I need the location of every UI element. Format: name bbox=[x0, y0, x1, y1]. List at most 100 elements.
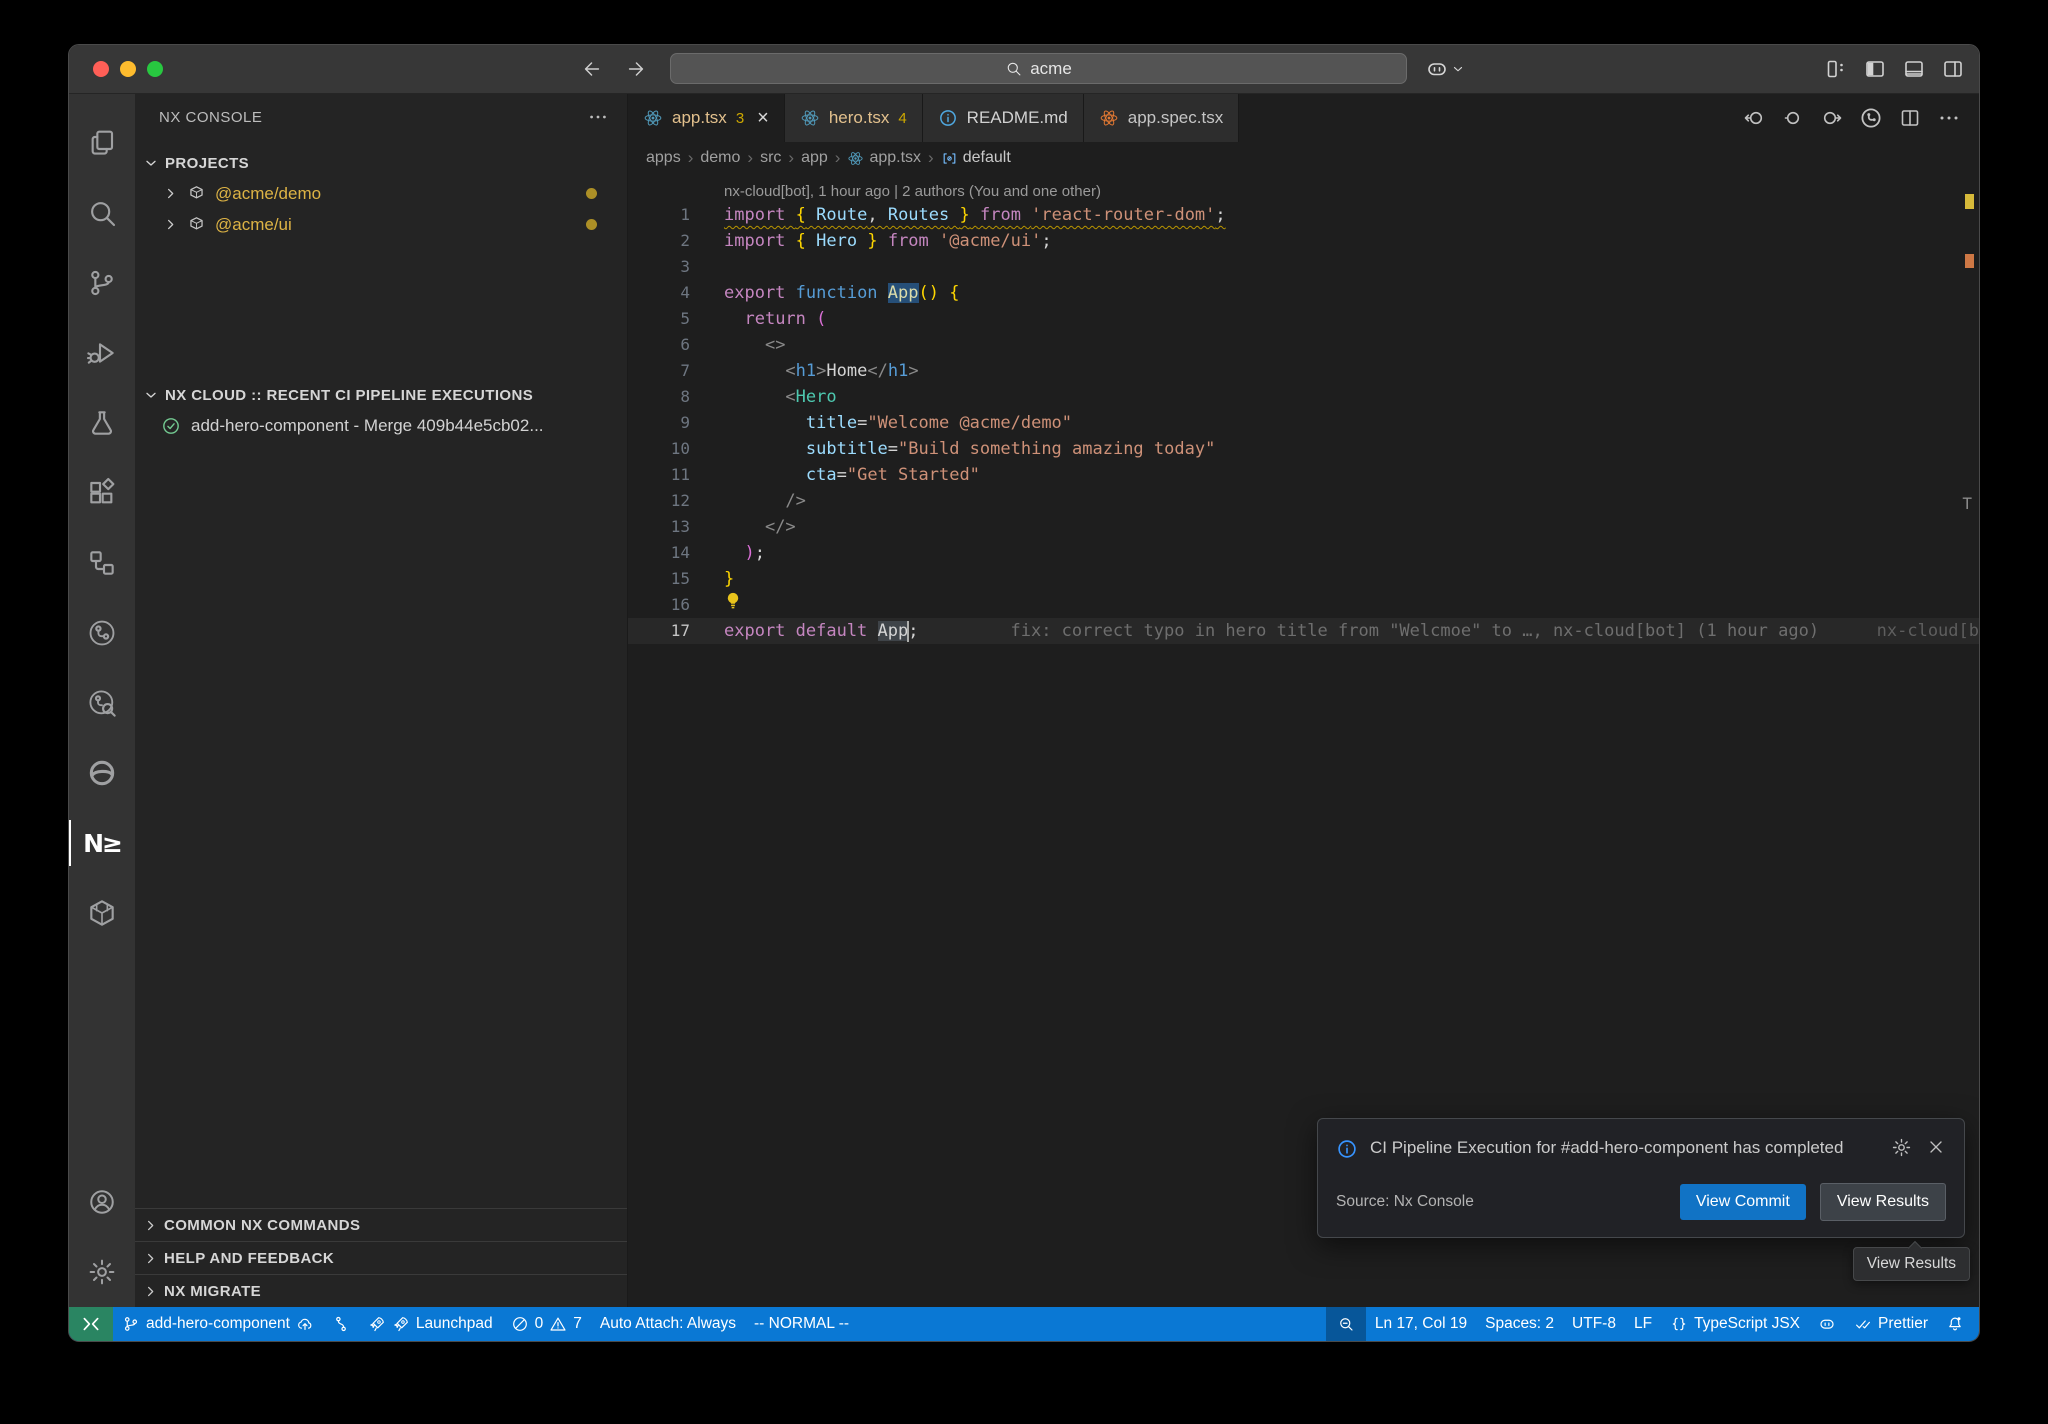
view-commit-button[interactable]: View Commit bbox=[1680, 1184, 1806, 1220]
package-icon bbox=[187, 184, 206, 203]
breadcrumb-item-src[interactable]: src bbox=[760, 149, 781, 167]
traffic-lights bbox=[93, 61, 163, 77]
more-actions-icon[interactable] bbox=[587, 106, 609, 128]
code-line-14[interactable]: 14 ); bbox=[628, 540, 1979, 566]
breadcrumb-item-apps[interactable]: apps bbox=[646, 149, 681, 167]
code-line-2[interactable]: 2import { Hero } from '@acme/ui'; bbox=[628, 228, 1979, 254]
tab-hero.tsx[interactable]: hero.tsx4 bbox=[785, 94, 923, 142]
activity-item-search[interactable] bbox=[69, 178, 135, 248]
code-line-1[interactable]: 1import { Route, Routes } from 'react-ro… bbox=[628, 202, 1979, 228]
tab-README.md[interactable]: README.md bbox=[923, 94, 1084, 142]
line-content bbox=[690, 590, 744, 620]
status-language-mode[interactable]: TypeScript JSX bbox=[1661, 1307, 1809, 1341]
code-line-6[interactable]: 6 <> bbox=[628, 332, 1979, 358]
breadcrumb-label: app.tsx bbox=[869, 149, 921, 167]
code-line-5[interactable]: 5 return ( bbox=[628, 306, 1979, 332]
activity-item-extensions[interactable] bbox=[69, 458, 135, 528]
activity-item-explorer[interactable] bbox=[69, 108, 135, 178]
activity-item-edge-tools[interactable] bbox=[69, 738, 135, 808]
status-copilot[interactable] bbox=[1809, 1307, 1845, 1341]
chevron-right-icon bbox=[163, 217, 178, 232]
code-line-7[interactable]: 7 <h1>Home</h1> bbox=[628, 358, 1979, 384]
run-circle-icon[interactable] bbox=[1859, 106, 1883, 130]
copilot-icon[interactable] bbox=[1425, 57, 1449, 81]
status-zoom-indicator[interactable] bbox=[1326, 1307, 1366, 1341]
code-line-16[interactable]: 16 bbox=[628, 592, 1979, 618]
section-nx-cloud[interactable]: NX CLOUD :: RECENT CI PIPELINE EXECUTION… bbox=[135, 380, 627, 410]
status-git-branch[interactable]: add-hero-component bbox=[113, 1307, 323, 1341]
history-forward-icon[interactable] bbox=[625, 58, 647, 80]
activity-item-container-tools[interactable] bbox=[69, 878, 135, 948]
status-vim-mode[interactable]: -- NORMAL -- bbox=[745, 1307, 858, 1341]
activity-item-nx-console[interactable]: N≥ bbox=[69, 808, 135, 878]
status-encoding[interactable]: UTF-8 bbox=[1563, 1307, 1625, 1341]
activity-item-settings[interactable] bbox=[69, 1237, 135, 1307]
status-cursor-position[interactable]: Ln 17, Col 19 bbox=[1366, 1307, 1476, 1341]
status-text: Prettier bbox=[1878, 1315, 1928, 1333]
nav-dot-icon[interactable] bbox=[1781, 106, 1805, 130]
tab-app.spec.tsx[interactable]: app.spec.tsx bbox=[1084, 94, 1239, 142]
minimize-window-button[interactable] bbox=[120, 61, 136, 77]
activity-item-accounts[interactable] bbox=[69, 1167, 135, 1237]
status-problems[interactable]: 07 bbox=[502, 1307, 591, 1341]
status-launchpad[interactable]: Launchpad bbox=[359, 1307, 502, 1341]
code-line-17[interactable]: 17export default App;fix: correct typo i… bbox=[628, 618, 1979, 644]
status-auto-attach[interactable]: Auto Attach: Always bbox=[591, 1307, 745, 1341]
gear-icon bbox=[87, 1257, 117, 1287]
nav-back-icon[interactable] bbox=[1742, 106, 1766, 130]
activity-item-source-control[interactable] bbox=[69, 248, 135, 318]
code-line-12[interactable]: 12 /> bbox=[628, 488, 1979, 514]
section-projects[interactable]: PROJECTS bbox=[135, 148, 627, 178]
code-line-4[interactable]: 4export function App() { bbox=[628, 280, 1979, 306]
activity-item-git-graph-search[interactable] bbox=[69, 668, 135, 738]
panel-left-icon[interactable] bbox=[1863, 57, 1887, 81]
tab-close-icon[interactable]: × bbox=[757, 107, 769, 130]
section-help-and-feedback[interactable]: HELP AND FEEDBACK bbox=[135, 1241, 627, 1274]
breadcrumb-item-app.tsx[interactable]: app.tsx bbox=[847, 149, 921, 167]
view-results-button[interactable]: View Results bbox=[1820, 1183, 1946, 1221]
panel-right-icon[interactable] bbox=[1941, 57, 1965, 81]
breadcrumb-item-app[interactable]: app bbox=[801, 149, 828, 167]
close-window-button[interactable] bbox=[93, 61, 109, 77]
breadcrumb-item-default[interactable]: default bbox=[941, 149, 1011, 167]
code-line-15[interactable]: 15} bbox=[628, 566, 1979, 592]
code-line-13[interactable]: 13 </> bbox=[628, 514, 1979, 540]
layout-icon[interactable] bbox=[1824, 57, 1848, 81]
breadcrumb-item-demo[interactable]: demo bbox=[700, 149, 740, 167]
history-back-icon[interactable] bbox=[581, 58, 603, 80]
code-line-10[interactable]: 10 subtitle="Build something amazing tod… bbox=[628, 436, 1979, 462]
activity-item-project-references[interactable] bbox=[69, 528, 135, 598]
tab-problems-badge: 3 bbox=[736, 110, 744, 127]
tab-app.tsx[interactable]: app.tsx3× bbox=[628, 94, 785, 142]
status-formatter[interactable]: Prettier bbox=[1845, 1307, 1937, 1341]
project-row[interactable]: @acme/demo bbox=[135, 178, 627, 209]
ellipsis-icon[interactable] bbox=[1937, 106, 1961, 130]
split-editor-icon[interactable] bbox=[1898, 106, 1922, 130]
pipeline-row[interactable]: add-hero-component - Merge 409b44e5cb02.… bbox=[135, 410, 627, 441]
git-blame-heading: nx-cloud[bot], 1 hour ago | 2 authors (Y… bbox=[628, 174, 1979, 202]
section-nx-migrate[interactable]: NX MIGRATE bbox=[135, 1274, 627, 1307]
code-line-8[interactable]: 8 <Hero bbox=[628, 384, 1979, 410]
notification-close-icon[interactable] bbox=[1926, 1137, 1946, 1157]
status-remote-indicator[interactable] bbox=[69, 1307, 113, 1341]
status-notifications-bell[interactable] bbox=[1937, 1307, 1973, 1341]
activity-item-testing[interactable] bbox=[69, 388, 135, 458]
status-indentation[interactable]: Spaces: 2 bbox=[1476, 1307, 1563, 1341]
activity-item-git-graph[interactable] bbox=[69, 598, 135, 668]
section-common-nx-commands[interactable]: COMMON NX COMMANDS bbox=[135, 1208, 627, 1241]
code-line-11[interactable]: 11 cta="Get Started" bbox=[628, 462, 1979, 488]
chevron-right-icon bbox=[163, 186, 178, 201]
command-center-search[interactable]: acme bbox=[670, 53, 1407, 84]
zoom-window-button[interactable] bbox=[147, 61, 163, 77]
activity-item-run-and-debug[interactable] bbox=[69, 318, 135, 388]
nav-forward-icon[interactable] bbox=[1820, 106, 1844, 130]
status-eol[interactable]: LF bbox=[1625, 1307, 1661, 1341]
panel-bottom-icon[interactable] bbox=[1902, 57, 1926, 81]
lightbulb-icon[interactable] bbox=[722, 590, 744, 612]
code-line-9[interactable]: 9 title="Welcome @acme/demo" bbox=[628, 410, 1979, 436]
project-row[interactable]: @acme/ui bbox=[135, 209, 627, 240]
status-create-branch[interactable] bbox=[323, 1307, 359, 1341]
notification-settings-icon[interactable] bbox=[1891, 1137, 1912, 1158]
code-line-3[interactable]: 3 bbox=[628, 254, 1979, 280]
chevron-down-icon[interactable] bbox=[1451, 62, 1465, 76]
